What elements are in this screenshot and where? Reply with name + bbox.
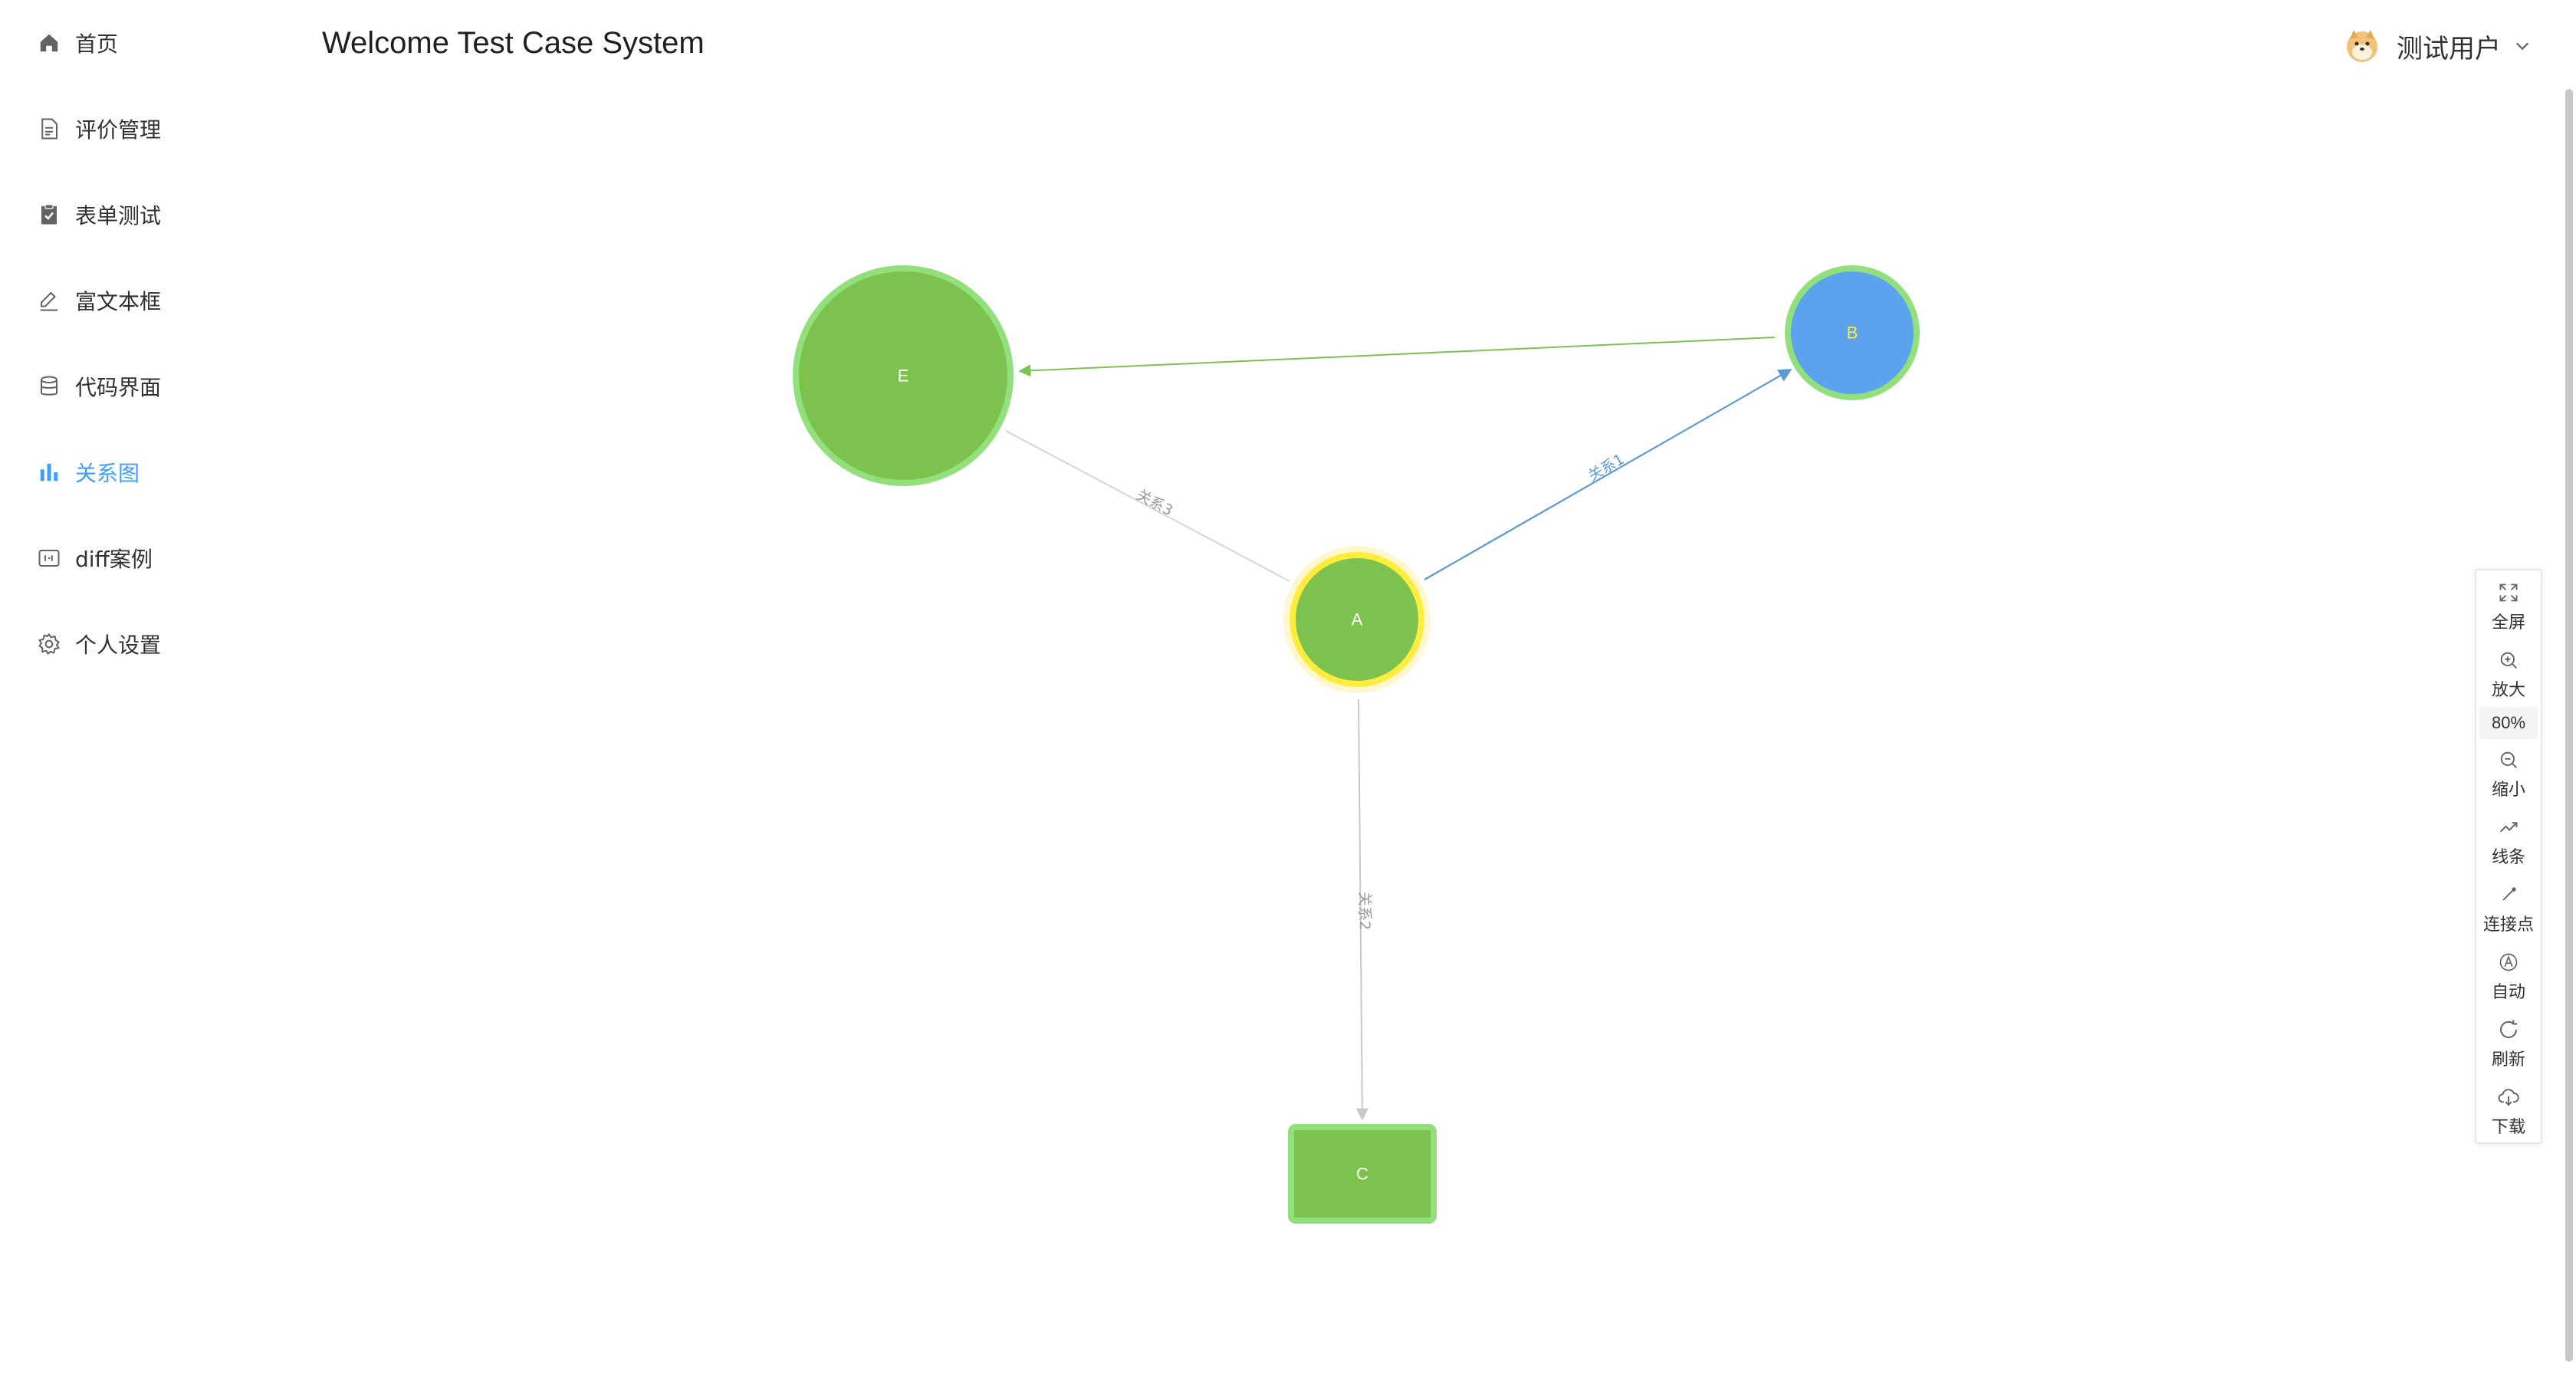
refresh-label: 刷新 <box>2491 1050 2525 1070</box>
auto-button[interactable]: 自动 <box>2476 940 2541 1006</box>
zoom-in-icon <box>2496 647 2522 673</box>
auto-icon <box>2496 949 2522 975</box>
relation-graph-canvas[interactable]: 关系1 关系2 关系3 E B A C <box>0 0 2576 1400</box>
connect-points-button[interactable]: 连接点 <box>2476 873 2541 938</box>
fullscreen-button[interactable]: 全屏 <box>2476 570 2541 636</box>
graph-node-b[interactable]: B <box>1785 265 1920 400</box>
refresh-icon <box>2496 1017 2522 1043</box>
lines-label: 线条 <box>2491 848 2525 867</box>
graph-node-e[interactable]: E <box>793 265 1014 486</box>
lines-button[interactable]: 线条 <box>2476 805 2541 871</box>
node-label-e: E <box>898 366 909 386</box>
zoom-in-button[interactable]: 放大 <box>2476 638 2541 704</box>
cloud-download-icon <box>2496 1084 2522 1110</box>
download-button[interactable]: 下载 <box>2476 1075 2541 1141</box>
graph-node-c[interactable]: C <box>1288 1124 1437 1224</box>
refresh-button[interactable]: 刷新 <box>2476 1007 2541 1073</box>
app-window: 首页 评价管理 表单测试 富文本框 代码界面 关系图 diff案例 个人设置 W… <box>0 0 2576 1400</box>
edge-label-a-b: 关系1 <box>1585 451 1627 485</box>
fullscreen-label: 全屏 <box>2491 613 2525 633</box>
zoom-out-label: 缩小 <box>2491 781 2525 800</box>
edge-label-a-e: 关系3 <box>1134 487 1176 520</box>
auto-label: 自动 <box>2491 983 2525 1002</box>
connect-point-icon <box>2496 882 2522 908</box>
zoom-out-button[interactable]: 缩小 <box>2476 738 2541 804</box>
connect-points-label: 连接点 <box>2482 915 2534 935</box>
graph-toolbar: 全屏 放大 80% 缩小 线条 连接点 自动 刷新 下载 <box>2475 569 2542 1144</box>
zoom-level: 80% <box>2479 707 2538 739</box>
graph-node-a[interactable]: A <box>1283 546 1431 693</box>
node-label-b: B <box>1847 324 1858 343</box>
zoom-out-icon <box>2496 747 2522 773</box>
edge-b-e[interactable] <box>1018 337 1776 377</box>
node-label-a: A <box>1352 610 1363 629</box>
fullscreen-icon <box>2496 580 2522 606</box>
download-label: 下载 <box>2491 1118 2525 1137</box>
zoom-in-label: 放大 <box>2491 681 2525 700</box>
edge-label-a-c: 关系2 <box>1356 892 1373 930</box>
trend-line-icon <box>2496 814 2522 840</box>
node-label-c: C <box>1356 1165 1368 1184</box>
